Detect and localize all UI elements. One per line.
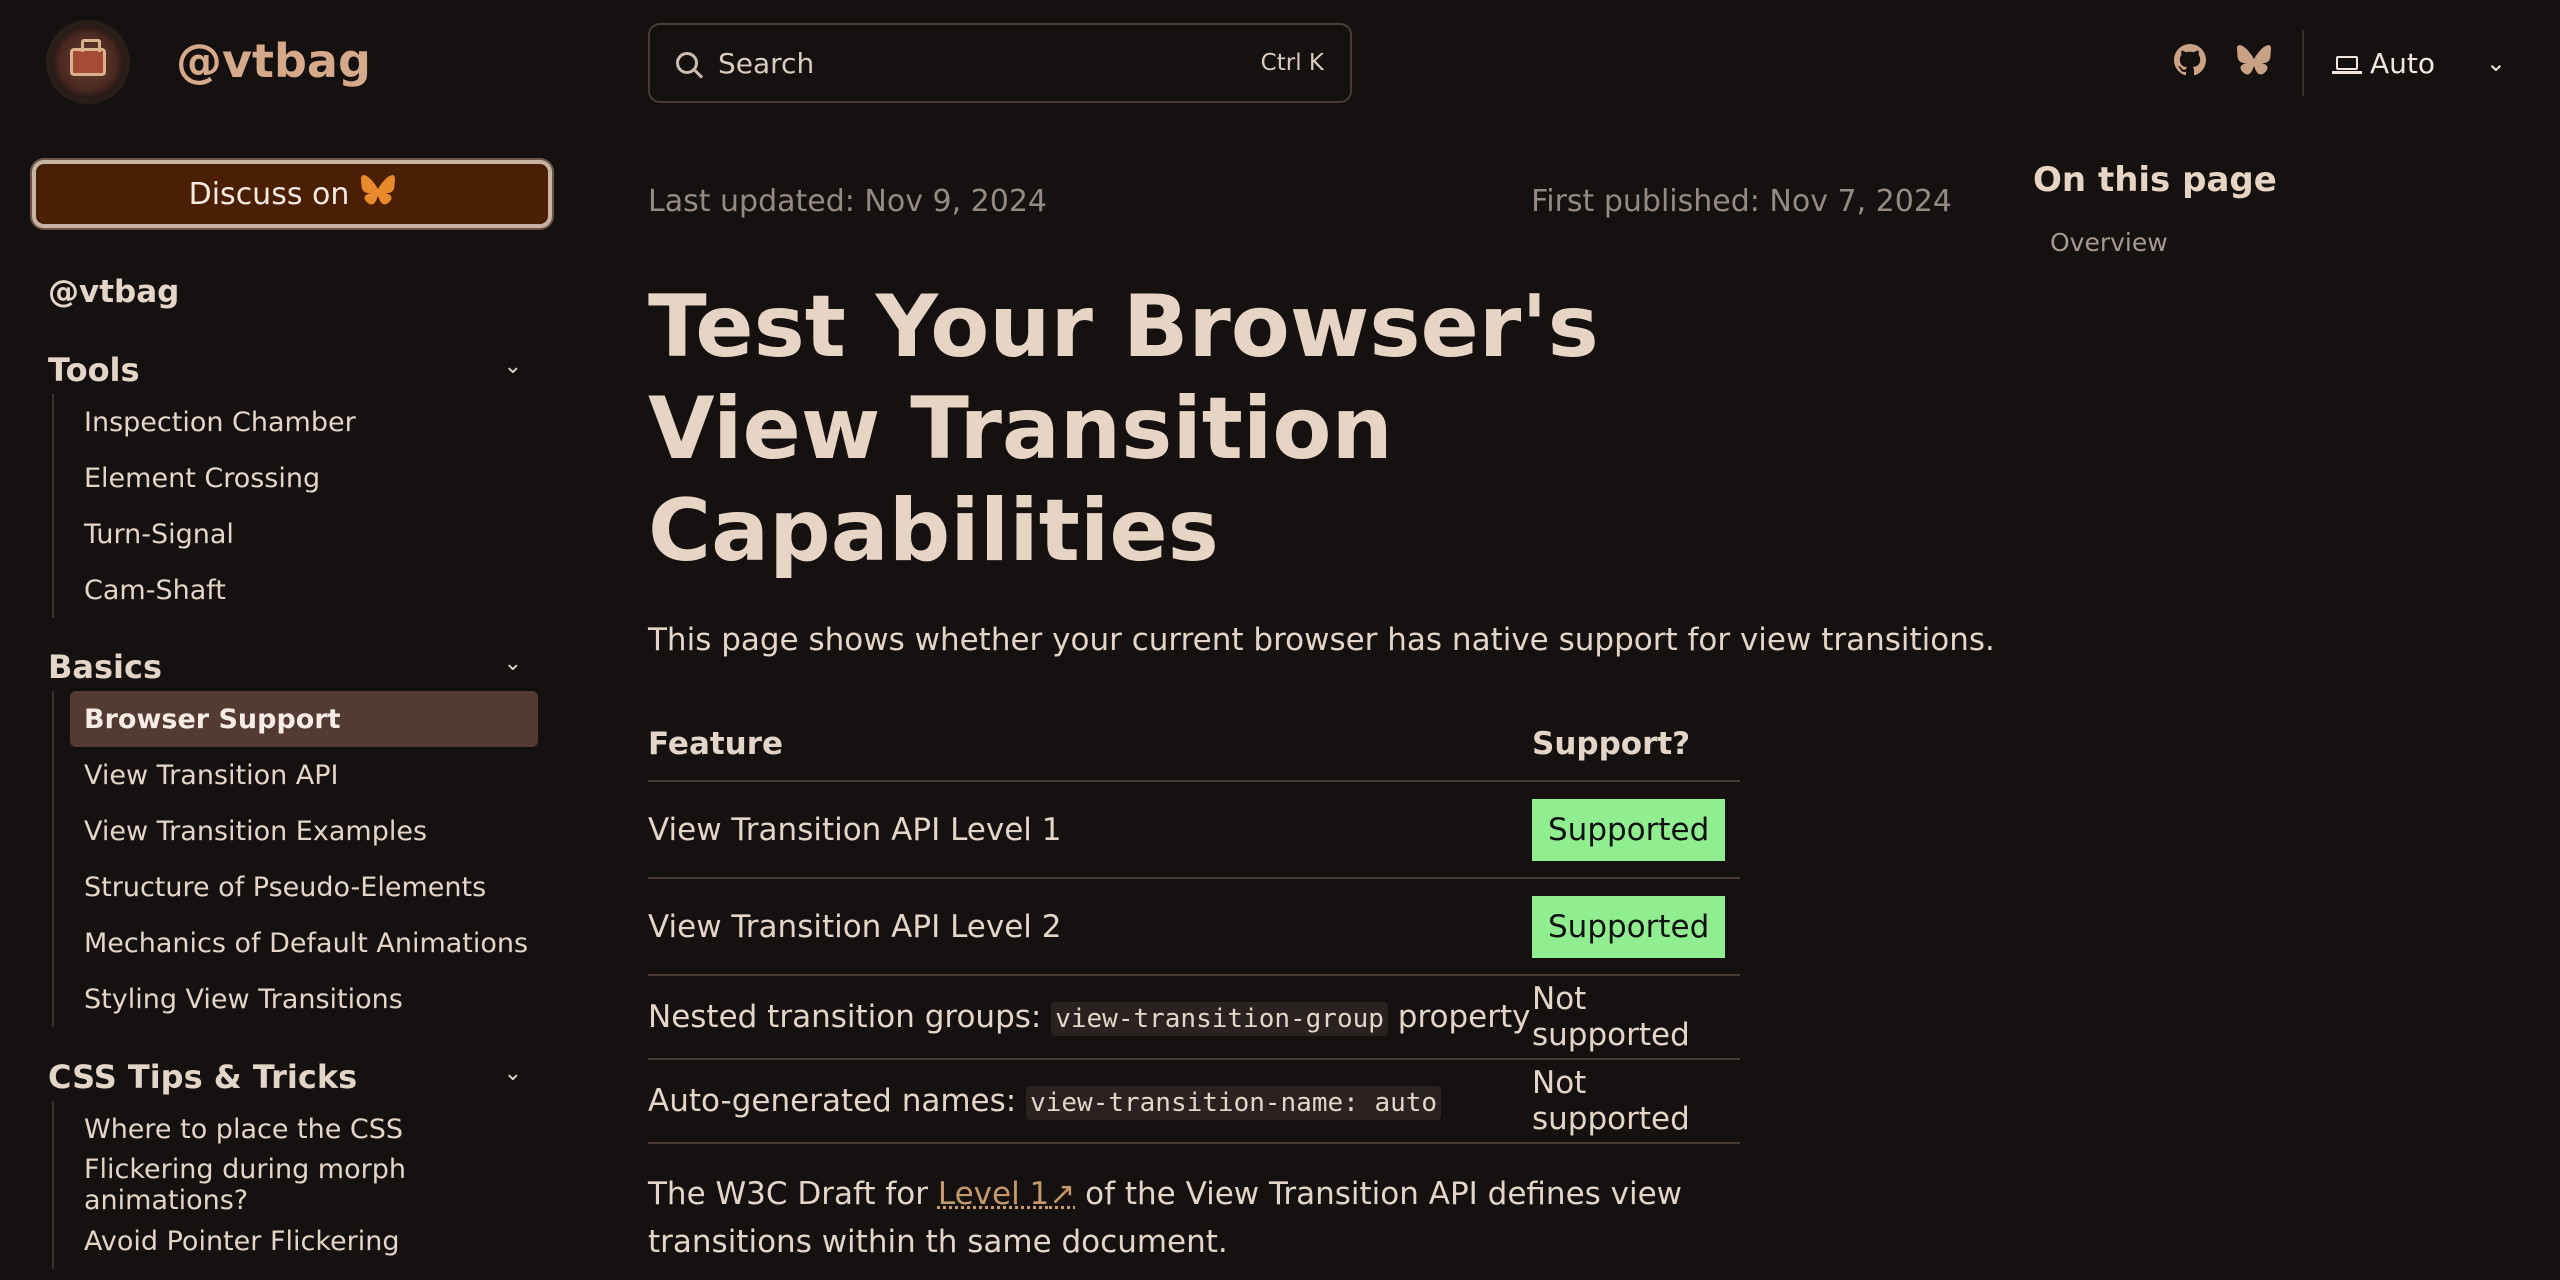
sidebar-item-flickering-morph[interactable]: Flickering during morph animations? [54,1154,538,1216]
paragraph-text: The W3C Draft for [648,1176,938,1212]
feature-cell: View Transition API Level 1 [648,781,1532,879]
support-cell: Supported [1532,878,1740,976]
butterfly-icon [361,175,396,213]
search-icon [676,52,698,74]
theme-select[interactable]: Auto ⌄ [2332,38,2506,88]
sidebar-item-styling-view-transitions[interactable]: Styling View Transitions [54,971,538,1027]
search-shortcut: Ctrl K [1260,50,1324,76]
feature-text: Auto-generated names: [648,1083,1027,1119]
toc-item-overview[interactable]: Overview [2050,228,2168,257]
theme-value: Auto [2370,46,2436,80]
table-row: View Transition API Level 2 Supported [648,878,1740,976]
bluesky-icon[interactable] [2236,42,2272,78]
sidebar-item-avoid-pointer-flickering[interactable]: Avoid Pointer Flickering [54,1213,538,1269]
feature-code: view-transition-name: auto [1026,1086,1442,1120]
sidebar-link-vtbag[interactable]: @vtbag [48,274,179,310]
discuss-label: Discuss on [188,176,350,212]
sidebar-item-where-to-place-css[interactable]: Where to place the CSS [54,1101,538,1157]
briefcase-icon [70,39,106,76]
sidebar-group-title[interactable]: Tools [48,346,538,394]
sidebar-item-element-crossing[interactable]: Element Crossing [54,450,538,506]
feature-cell: View Transition API Level 2 [648,878,1532,976]
chevron-down-icon: ⌄ [2485,49,2506,77]
search-button[interactable]: Search Ctrl K [648,23,1352,103]
table-row: Nested transition groups: view-transitio… [648,975,1740,1060]
sidebar-item-inspection-chamber[interactable]: Inspection Chamber [54,394,538,450]
feature-cell: Auto-generated names: view-transition-na… [648,1059,1532,1144]
sidebar-item-turn-signal[interactable]: Turn-Signal [54,506,538,562]
header-divider [2302,30,2304,96]
sidebar-group-title[interactable]: CSS Tips & Tricks [48,1053,538,1101]
sidebar-item-browser-support[interactable]: Browser Support [70,691,538,747]
feature-text-suffix: property [1387,999,1531,1035]
chevron-down-icon[interactable]: ⌄ [504,354,522,379]
site-title[interactable]: @vtbag [176,34,371,88]
sidebar-group-title[interactable]: Basics [48,643,538,691]
table-header-row: Feature Support? [648,708,1740,782]
intro-text: This page shows whether your current bro… [648,622,1995,658]
toc-title: On this page [2033,160,2277,200]
supported-badge: Supported [1532,895,1726,958]
search-placeholder: Search [718,46,815,80]
table-row: Auto-generated names: view-transition-na… [648,1059,1740,1144]
table-row: View Transition API Level 1 Supported [648,781,1740,879]
sidebar-item-view-transition-api[interactable]: View Transition API [54,747,538,803]
first-published: First published: Nov 7, 2024 [1531,184,1952,219]
sidebar-item-view-transition-examples[interactable]: View Transition Examples [54,803,538,859]
feature-code: view-transition-group [1051,1002,1388,1036]
feature-text: Nested transition groups: [648,999,1052,1035]
sidebar-item-cam-shaft[interactable]: Cam-Shaft [54,562,538,618]
support-cell: Not supported [1532,975,1740,1060]
support-cell: Not supported [1532,1059,1740,1144]
chevron-down-icon[interactable]: ⌄ [504,1061,522,1086]
sidebar-group-tools: Tools ⌄ Inspection Chamber Element Cross… [48,346,538,618]
supported-badge: Supported [1532,798,1726,861]
external-link-icon: ↗ [1049,1176,1076,1212]
feature-cell: Nested transition groups: view-transitio… [648,975,1532,1060]
body-paragraph: The W3C Draft for Level 1↗ of the View T… [648,1170,1748,1266]
support-cell: Supported [1532,781,1740,879]
sidebar-group-basics: Basics ⌄ Browser Support View Transition… [48,643,538,1027]
sidebar-group-css-tips: CSS Tips & Tricks ⌄ Where to place the C… [48,1053,538,1269]
chevron-down-icon[interactable]: ⌄ [504,651,522,676]
github-icon[interactable] [2172,42,2208,78]
column-header-support: Support? [1532,708,1740,782]
sidebar-item-mechanics-default-animations[interactable]: Mechanics of Default Animations [54,915,538,971]
sidebar-item-structure-pseudo-elements[interactable]: Structure of Pseudo-Elements [54,859,538,915]
support-table: Feature Support? View Transition API Lev… [648,708,1740,1144]
laptop-icon [2332,56,2362,74]
discuss-button[interactable]: Discuss on [32,160,552,228]
page-title: Test Your Browser's View Transition Capa… [648,277,1599,581]
sidebar: Discuss on @vtbag Tools ⌄ Inspection Cha… [0,128,600,1280]
link-text: Level 1 [937,1176,1050,1212]
logo-image[interactable] [52,26,124,98]
site-header: @vtbag Search Ctrl K Auto ⌄ [0,0,2560,128]
last-updated: Last updated: Nov 9, 2024 [648,184,1048,219]
column-header-feature: Feature [648,708,1532,782]
level-1-link[interactable]: Level 1↗ [938,1176,1075,1212]
